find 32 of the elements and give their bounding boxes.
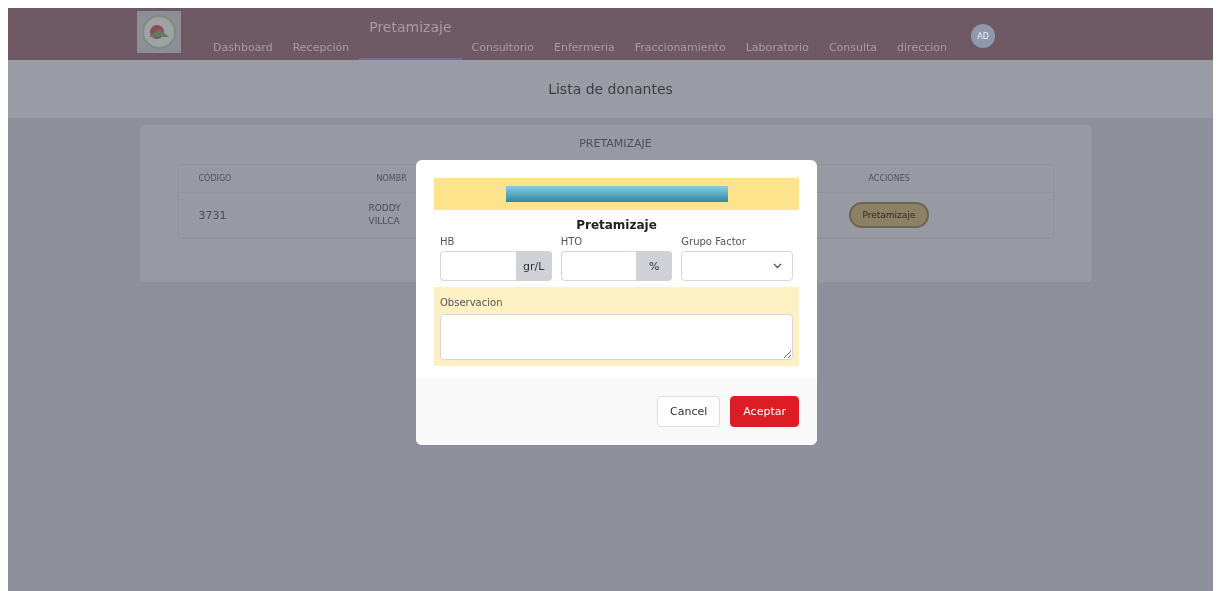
column-header: ACCIONES — [867, 173, 910, 185]
nav-link[interactable]: Consultorio — [461, 8, 544, 60]
input-field[interactable] — [560, 251, 637, 281]
nav-link[interactable]: Laboratorio — [735, 8, 819, 60]
unit-label: % — [636, 251, 673, 281]
nav-link[interactable]: Enfermeria — [544, 8, 625, 60]
field-label: HTO — [560, 236, 584, 247]
observation-field[interactable] — [440, 314, 793, 360]
chevron-down-icon — [773, 263, 782, 269]
nav-link[interactable]: Dashboard — [203, 8, 283, 60]
table-cell-text: 3731 — [197, 208, 227, 222]
page-title: Lista de donantes — [548, 81, 673, 97]
accept-button[interactable]: Aceptar — [730, 396, 799, 427]
nav-link[interactable]: Recepción — [282, 8, 360, 60]
column-header: NOMBR — [375, 173, 407, 185]
card-title: PRETAMIZAJE — [579, 137, 652, 150]
modal-title: Pretamizaje — [575, 218, 658, 232]
nav-link[interactable]: Consulta — [818, 8, 888, 60]
cancel-button[interactable]: Cancel — [657, 396, 721, 427]
unit-label: gr/L — [515, 251, 552, 281]
field-label: HB — [440, 236, 456, 247]
input-field[interactable] — [440, 251, 516, 281]
field-label: Grupo Factor — [681, 236, 747, 247]
nav-link[interactable]: Fraccionamiento — [624, 8, 736, 60]
column-header: CÓDIGO — [197, 171, 232, 185]
field-label: Observacion — [440, 297, 504, 308]
pretamizaje-button[interactable]: Pretamizaje — [848, 202, 930, 228]
nav-link[interactable]: direccion — [887, 8, 958, 60]
user-avatar[interactable]: AD — [971, 24, 996, 48]
logo-icon — [137, 11, 181, 53]
table-cell: RODDY VILLCA — [368, 202, 401, 228]
select-field[interactable] — [681, 251, 793, 281]
